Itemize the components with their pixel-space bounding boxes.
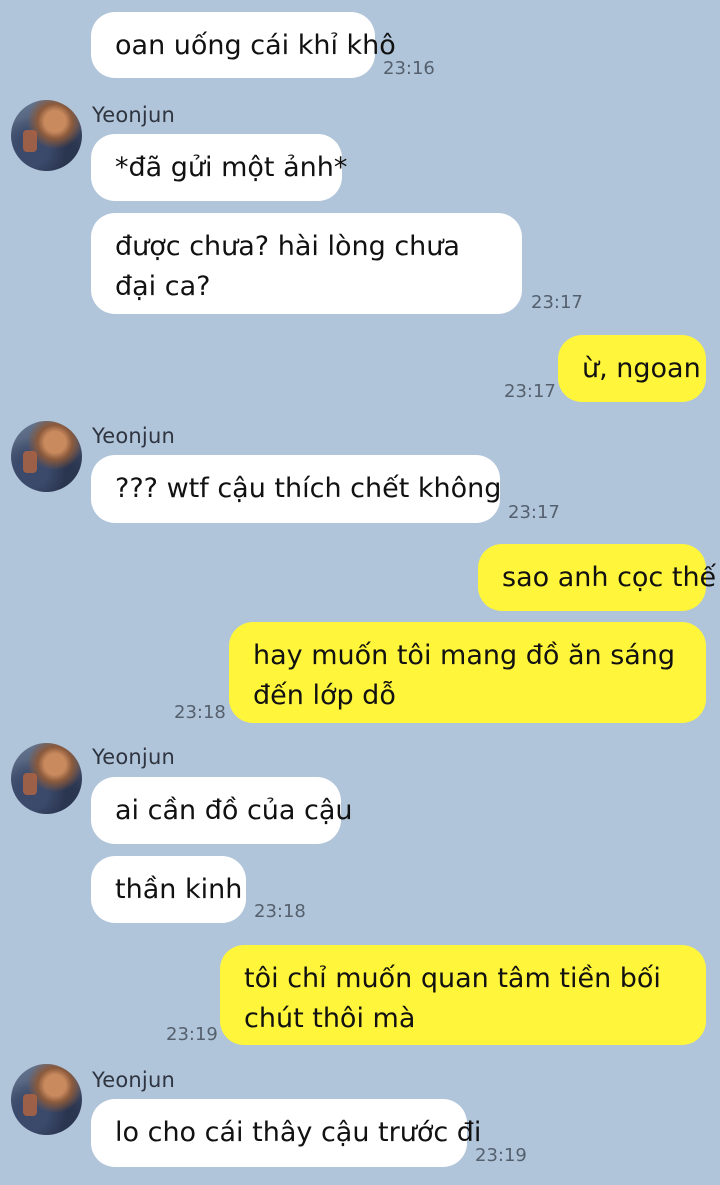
message-bubble-outgoing[interactable]: ừ, ngoan: [558, 335, 706, 402]
message-bubble-outgoing[interactable]: sao anh cọc thế: [478, 544, 716, 611]
message-bubble-incoming[interactable]: thần kinh: [91, 856, 246, 923]
message-timestamp: 23:18: [254, 901, 306, 922]
message-timestamp: 23:16: [383, 58, 435, 79]
sender-name: Yeonjun: [92, 745, 175, 769]
message-bubble-incoming[interactable]: *đã gửi một ảnh*: [91, 134, 347, 201]
message-bubble-incoming[interactable]: ??? wtf cậu thích chết không: [91, 455, 501, 523]
avatar[interactable]: [11, 421, 82, 492]
message-bubble-incoming[interactable]: lo cho cái thây cậu trước đi: [91, 1099, 481, 1167]
message-timestamp: 23:18: [174, 702, 226, 723]
message-timestamp: 23:17: [531, 292, 583, 313]
avatar[interactable]: [11, 743, 82, 814]
message-timestamp: 23:19: [166, 1024, 218, 1045]
message-timestamp: 23:17: [508, 502, 560, 523]
sender-name: Yeonjun: [92, 103, 175, 127]
sender-name: Yeonjun: [92, 424, 175, 448]
message-bubble-incoming[interactable]: oan uống cái khỉ khô: [91, 12, 396, 78]
sender-name: Yeonjun: [92, 1068, 175, 1092]
message-bubble-incoming[interactable]: ai cần đồ của cậu: [91, 777, 353, 844]
avatar[interactable]: [11, 100, 82, 171]
message-bubble-outgoing[interactable]: hay muốn tôi mang đồ ăn sáng đến lớp dỗ: [229, 622, 706, 723]
message-timestamp: 23:19: [475, 1145, 527, 1166]
message-bubble-outgoing[interactable]: tôi chỉ muốn quan tâm tiền bối chút thôi…: [220, 945, 706, 1045]
avatar[interactable]: [11, 1064, 82, 1135]
message-timestamp: 23:17: [504, 381, 556, 402]
message-bubble-incoming[interactable]: được chưa? hài lòng chưa đại ca?: [91, 213, 522, 314]
